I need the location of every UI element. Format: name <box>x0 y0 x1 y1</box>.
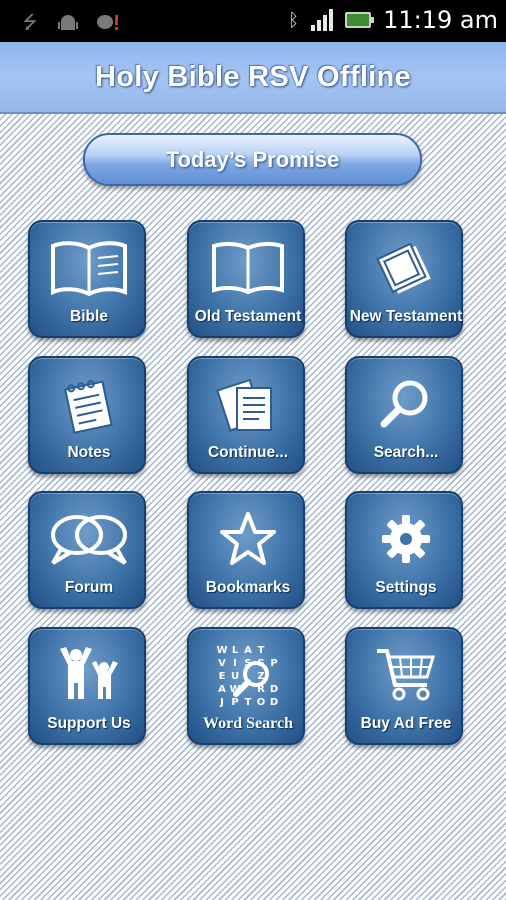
word-search-tile[interactable]: WLATVISSPEUZAWRDJPTOD Word Search <box>187 627 305 745</box>
tile-label: Buy Ad Free <box>360 715 452 732</box>
word-search-letter: A <box>244 644 252 656</box>
tile-label: Settings <box>375 579 437 596</box>
word-search-letter: V <box>218 657 226 669</box>
bible-tile[interactable]: Bible <box>28 220 146 338</box>
magnifier-icon <box>347 368 465 440</box>
support-us-tile[interactable]: Support Us <box>28 627 146 745</box>
bluetooth-icon: ᛒ <box>288 9 300 30</box>
status-bar: ⭍ ᛒ 11:19 am <box>0 0 506 42</box>
gear-icon <box>347 503 465 575</box>
tile-label: Continue... <box>207 444 289 461</box>
settings-tile[interactable]: Settings <box>345 491 463 609</box>
open-book-icon <box>30 232 148 304</box>
notepad-icon <box>30 368 148 440</box>
battery-icon <box>345 12 375 28</box>
continue-tile[interactable]: Continue... <box>187 356 305 474</box>
stacked-pages-icon <box>347 232 465 304</box>
tile-label: Forum <box>64 579 114 596</box>
shopping-cart-icon <box>347 639 465 711</box>
new-testament-tile[interactable]: New Testament <box>345 220 463 338</box>
open-book-icon <box>189 232 307 304</box>
signal-icon <box>311 9 334 31</box>
app-title: Holy Bible RSV Offline <box>95 60 411 93</box>
word-search-letter: A <box>218 683 226 695</box>
old-testament-tile[interactable]: Old Testament <box>187 220 305 338</box>
alert-icon <box>96 14 118 37</box>
tile-label: Bible <box>70 308 108 325</box>
word-search-letter: W <box>216 644 228 656</box>
notes-tile[interactable]: Notes <box>28 356 146 474</box>
magnifier-icon <box>232 660 269 697</box>
tile-label: New Testament <box>349 308 463 325</box>
tile-label: Bookmarks <box>205 579 291 596</box>
tile-label: Notes <box>67 444 111 461</box>
clock: 11:19 am <box>383 6 498 34</box>
word-search-letter: L <box>231 644 239 656</box>
star-icon <box>189 503 307 575</box>
tile-label: Search... <box>373 444 439 461</box>
todays-promise-button[interactable]: Today’s Promise <box>83 133 422 186</box>
word-search-letter: J <box>220 696 224 708</box>
documents-icon <box>189 368 307 440</box>
buy-ad-free-tile[interactable]: Buy Ad Free <box>345 627 463 745</box>
tile-label: Support Us <box>47 715 131 732</box>
search-tile[interactable]: Search... <box>345 356 463 474</box>
word-search-letter: T <box>257 644 265 656</box>
word-search-icon: WLATVISSPEUZAWRDJPTOD <box>189 641 307 711</box>
forum-tile[interactable]: Forum <box>28 491 146 609</box>
speech-bubbles-icon <box>30 503 148 575</box>
android-icon <box>58 14 78 37</box>
people-icon <box>30 639 148 711</box>
usb-icon: ⭍ <box>22 12 38 32</box>
tile-label: Old Testament <box>194 308 302 325</box>
word-search-letter: E <box>218 670 226 682</box>
bookmarks-tile[interactable]: Bookmarks <box>187 491 305 609</box>
tile-label: Word Search <box>203 715 293 732</box>
word-search-letter <box>268 644 281 657</box>
app-title-bar: Holy Bible RSV Offline <box>0 42 506 114</box>
